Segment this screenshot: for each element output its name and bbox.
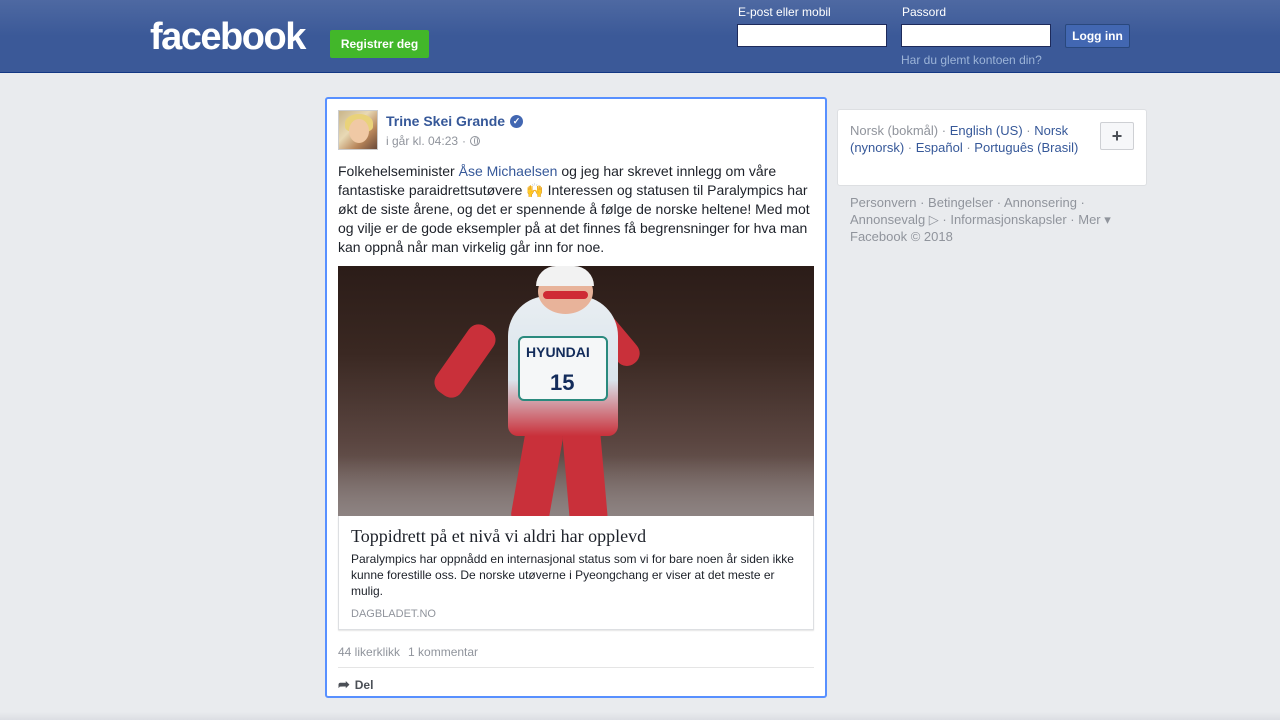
- top-bar: facebook Registrer deg E-post eller mobi…: [0, 0, 1280, 73]
- ad-choices-icon: ▷: [925, 212, 939, 227]
- language-option[interactable]: Português (Brasil): [974, 140, 1078, 155]
- likes-count[interactable]: 44 likerklikk: [338, 645, 400, 659]
- separator-dot: ·: [462, 134, 467, 148]
- comments-count[interactable]: 1 kommentar: [408, 645, 478, 659]
- post-text: Folkehelseminister Åse Michaelsen og jeg…: [338, 162, 816, 257]
- bottom-strip: [0, 712, 1280, 720]
- share-arrow-icon: ➦: [338, 676, 350, 692]
- post-text-start: Folkehelseminister: [338, 163, 459, 179]
- facebook-logo[interactable]: facebook: [150, 16, 306, 59]
- email-label: E-post eller mobil: [738, 5, 831, 19]
- email-field[interactable]: [737, 24, 887, 47]
- add-language-button[interactable]: +: [1100, 122, 1134, 150]
- post-author[interactable]: Trine Skei Grande ✓: [386, 113, 524, 129]
- link-description: Paralympics har oppnådd en internasjonal…: [351, 552, 794, 598]
- image-skier-arm: [429, 319, 501, 403]
- caret-down-icon: ▾: [1100, 212, 1111, 227]
- footer-link-cookies[interactable]: Informasjonskapsler: [950, 212, 1066, 227]
- share-label: Del: [354, 677, 374, 692]
- language-list: Norsk (bokmål) · English (US) · Norsk (n…: [850, 123, 1079, 155]
- footer-link-ad-choices[interactable]: Annonsevalg: [850, 212, 925, 227]
- link-title[interactable]: Toppidrett på et nivå vi aldri har opple…: [351, 526, 646, 547]
- link-source: DAGBLADET.NO: [351, 608, 436, 620]
- globe-icon[interactable]: [470, 136, 481, 146]
- author-name[interactable]: Trine Skei Grande: [386, 113, 505, 129]
- language-current: Norsk (bokmål): [850, 123, 939, 138]
- timestamp-text[interactable]: i går kl. 04:23: [386, 134, 458, 148]
- login-button[interactable]: Logg inn: [1065, 24, 1130, 48]
- footer-link-terms[interactable]: Betingelser: [928, 195, 993, 210]
- avatar[interactable]: [338, 110, 378, 150]
- engagement-counts: 44 likerklikk 1 kommentar: [338, 645, 478, 659]
- image-skier-goggles: [543, 291, 588, 299]
- copyright: Facebook © 2018: [850, 229, 953, 244]
- image-skier-leg: [561, 424, 609, 516]
- footer-links: Personvern · Betingelser · Annonsering ·…: [850, 195, 1111, 244]
- avatar-face: [349, 119, 369, 143]
- language-selector: Norsk (bokmål) · English (US) · Norsk (n…: [837, 109, 1147, 186]
- post-timestamp: i går kl. 04:23 ·: [386, 134, 481, 148]
- post-image[interactable]: HYUNDAI 15: [338, 266, 814, 516]
- image-skier-hat: [536, 266, 594, 286]
- language-option[interactable]: Español: [916, 140, 963, 155]
- link-preview[interactable]: Toppidrett på et nivå vi aldri har opple…: [338, 516, 814, 630]
- image-bib-sponsor: HYUNDAI: [526, 344, 590, 360]
- forgot-account-link[interactable]: Har du glemt kontoen din?: [901, 53, 1042, 67]
- language-option[interactable]: English (US): [950, 123, 1023, 138]
- footer-link-privacy[interactable]: Personvern: [850, 195, 916, 210]
- verified-badge-icon: ✓: [510, 114, 524, 128]
- image-bib-number: 15: [550, 370, 575, 395]
- share-button[interactable]: ➦ Del: [338, 676, 373, 693]
- password-label: Passord: [902, 5, 947, 19]
- post-card: Trine Skei Grande ✓ i går kl. 04:23 · Fo…: [325, 97, 827, 698]
- password-field[interactable]: [901, 24, 1051, 47]
- register-button[interactable]: Registrer deg: [330, 30, 429, 58]
- divider: [338, 667, 814, 668]
- footer-link-advertising[interactable]: Annonsering: [1004, 195, 1077, 210]
- footer-link-more[interactable]: Mer: [1078, 212, 1100, 227]
- mention-link[interactable]: Åse Michaelsen: [459, 163, 558, 179]
